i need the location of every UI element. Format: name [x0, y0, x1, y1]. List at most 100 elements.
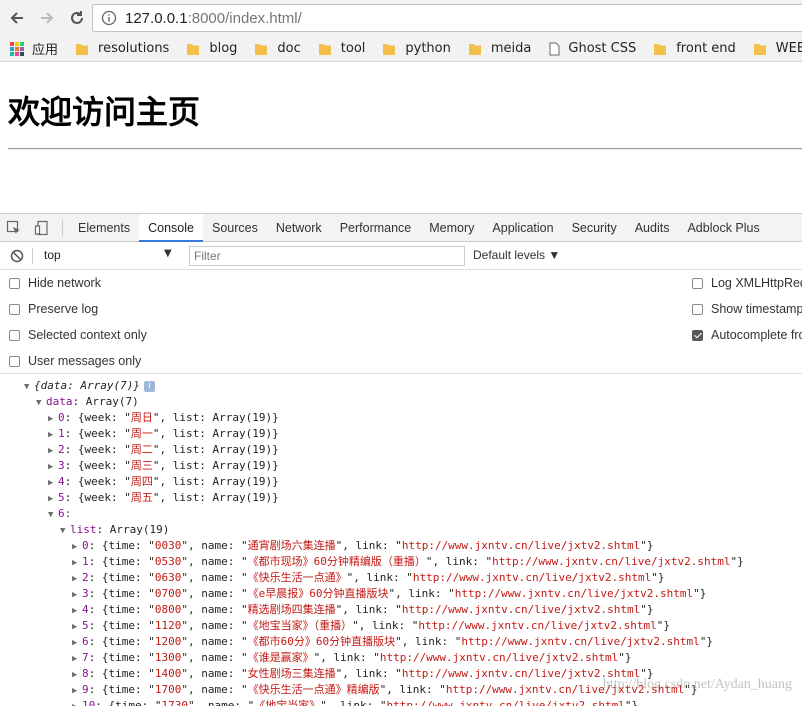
bookmark-6[interactable]: meida: [468, 41, 531, 56]
collapsed-triangle-icon[interactable]: ▶: [72, 699, 82, 706]
info-badge-icon[interactable]: i: [143, 380, 155, 392]
setting-right-0[interactable]: Log XMLHttpRequ: [692, 276, 802, 290]
reload-button[interactable]: [64, 5, 90, 31]
bookmark-5[interactable]: python: [383, 41, 451, 56]
bookmark-8[interactable]: front end: [654, 41, 736, 56]
checkbox[interactable]: [692, 329, 703, 341]
collapsed-triangle-icon[interactable]: ▶: [48, 411, 58, 427]
setting-preserve-log[interactable]: Preserve log: [9, 302, 98, 316]
console-day-line[interactable]: ▶ 0: {week: "周日", list: Array(19)}: [0, 410, 802, 426]
setting-right-2[interactable]: Autocomplete fro: [692, 328, 802, 342]
console-program-line[interactable]: ▶ 0: {time: "0030", name: "通宵剧场六集连播", lin…: [0, 538, 802, 554]
setting-selected-context-only[interactable]: Selected context only: [9, 328, 147, 342]
bookmark-7[interactable]: Ghost CSS: [549, 41, 636, 56]
clear-console-icon[interactable]: [10, 249, 24, 263]
setting-label: Preserve log: [28, 302, 99, 316]
collapsed-triangle-icon[interactable]: ▶: [72, 619, 82, 635]
bookmark-label: python: [405, 41, 451, 56]
collapsed-triangle-icon[interactable]: ▶: [48, 475, 58, 491]
console-program-line[interactable]: ▶ 7: {time: "1300", name: "《谁是赢家》", link:…: [0, 650, 802, 666]
forward-button[interactable]: [34, 5, 60, 31]
console-token: "}: [651, 571, 665, 584]
console-token: }: [272, 427, 279, 440]
checkbox[interactable]: [692, 277, 703, 289]
setting-hide-network[interactable]: Hide network: [9, 276, 101, 290]
checkbox[interactable]: [9, 277, 20, 289]
bookmarks-bar: 应用 resolutions blog doc tool python meida Ghost…: [0, 36, 802, 62]
console-program-line[interactable]: ▶ 5: {time: "1120", name: "《地宝当家》（重播）", l…: [0, 618, 802, 634]
tab-performance[interactable]: Performance: [331, 214, 421, 242]
expanded-triangle-icon[interactable]: ▼: [60, 523, 70, 539]
console-day-line[interactable]: ▶ 2: {week: "周二", list: Array(19)}: [0, 442, 802, 458]
tab-memory[interactable]: Memory: [420, 214, 483, 242]
collapsed-triangle-icon[interactable]: ▶: [72, 635, 82, 651]
inspect-element-button[interactable]: [0, 214, 28, 242]
console-list-line[interactable]: ▼ list: Array(19): [0, 522, 802, 538]
expanded-triangle-icon[interactable]: ▼: [24, 379, 34, 395]
checkbox[interactable]: [9, 329, 20, 341]
collapsed-triangle-icon[interactable]: ▶: [72, 683, 82, 699]
log-levels-dropdown[interactable]: Default levels ▼: [473, 248, 560, 262]
tab-elements[interactable]: Elements: [69, 214, 139, 242]
bookmark-9[interactable]: WEB: [753, 41, 802, 56]
console-day-line[interactable]: ▶ 1: {week: "周一", list: Array(19)}: [0, 426, 802, 442]
expanded-triangle-icon[interactable]: ▼: [48, 507, 58, 523]
collapsed-triangle-icon[interactable]: ▶: [72, 651, 82, 667]
collapsed-triangle-icon[interactable]: ▶: [72, 571, 82, 587]
browser-toolbar: 127.0.0.1:8000/index.html/: [0, 0, 802, 36]
setting-user-messages-only[interactable]: User messages only: [9, 354, 141, 368]
console-program-line[interactable]: ▶ 6: {time: "1200", name: "《都市60分》60分钟直播版…: [0, 634, 802, 650]
address-bar[interactable]: 127.0.0.1:8000/index.html/: [92, 4, 802, 32]
expanded-triangle-icon[interactable]: ▼: [36, 395, 46, 411]
bookmark-3[interactable]: doc: [255, 41, 301, 56]
context-selector[interactable]: top: [44, 248, 61, 262]
checkbox[interactable]: [692, 303, 703, 315]
console-day-line[interactable]: ▶ 5: {week: "周五", list: Array(19)}: [0, 490, 802, 506]
collapsed-triangle-icon[interactable]: ▶: [72, 539, 82, 555]
console-program-line[interactable]: ▶ 1: {time: "0530", name: "《都市现场》60分钟精编版（…: [0, 554, 802, 570]
tab-console[interactable]: Console: [139, 213, 203, 242]
collapsed-triangle-icon[interactable]: ▶: [48, 443, 58, 459]
collapsed-triangle-icon[interactable]: ▶: [72, 587, 82, 603]
tab-network[interactable]: Network: [267, 214, 331, 242]
collapsed-triangle-icon[interactable]: ▶: [48, 459, 58, 475]
context-dropdown-icon[interactable]: ▼: [164, 248, 172, 259]
console-program-line[interactable]: ▶ 4: {time: "0800", name: "精选剧场四集连播", lin…: [0, 602, 802, 618]
bookmark-4[interactable]: tool: [318, 41, 365, 56]
tab-adblock-plus[interactable]: Adblock Plus: [678, 214, 768, 242]
console-program-line[interactable]: ▶10: {time: "1730", name: "《地宝当家》", link…: [0, 698, 802, 706]
console-expanded-day-line[interactable]: ▼ 6:: [0, 506, 802, 522]
device-toolbar-button[interactable]: [28, 214, 56, 242]
console-day-line[interactable]: ▶ 3: {week: "周三", list: Array(19)}: [0, 458, 802, 474]
console-program-line[interactable]: ▶ 3: {time: "0700", name: "《e早晨报》60分钟直播版块…: [0, 586, 802, 602]
tab-security[interactable]: Security: [563, 214, 626, 242]
checkbox[interactable]: [9, 303, 20, 315]
console-list-value: Array(19): [212, 427, 273, 440]
console-name-value: 精选剧场四集连播: [247, 603, 336, 616]
collapsed-triangle-icon[interactable]: ▶: [72, 667, 82, 683]
collapsed-triangle-icon[interactable]: ▶: [48, 427, 58, 443]
collapsed-triangle-icon[interactable]: ▶: [72, 603, 82, 619]
tab-sources[interactable]: Sources: [203, 214, 267, 242]
bookmark-0[interactable]: 应用: [10, 39, 58, 58]
back-button[interactable]: [4, 5, 30, 31]
bookmark-2[interactable]: blog: [187, 41, 237, 56]
collapsed-triangle-icon[interactable]: ▶: [72, 555, 82, 571]
setting-right-1[interactable]: Show timestamps: [692, 302, 802, 316]
console-token: ", link: ": [313, 651, 380, 664]
console-token: ", name: ": [181, 683, 248, 696]
console-index: 10: [82, 699, 96, 706]
tab-audits[interactable]: Audits: [626, 214, 679, 242]
info-icon[interactable]: [101, 10, 117, 26]
console-data-line[interactable]: ▼ data: Array(7): [0, 394, 802, 410]
console-root-line[interactable]: ▼ {data: Array(7)} i: [0, 378, 802, 394]
console-program-line[interactable]: ▶ 2: {time: "0630", name: "《快乐生活一点通》", li…: [0, 570, 802, 586]
checkbox[interactable]: [9, 355, 20, 367]
console-token: : {time: ": [88, 539, 155, 552]
console-day-line[interactable]: ▶ 4: {week: "周四", list: Array(19)}: [0, 474, 802, 490]
bookmark-1[interactable]: resolutions: [76, 41, 169, 56]
filter-input[interactable]: Filter: [189, 246, 465, 266]
collapsed-triangle-icon[interactable]: ▶: [48, 491, 58, 507]
tab-application[interactable]: Application: [483, 214, 562, 242]
apps-grid-dot: [20, 46, 24, 51]
